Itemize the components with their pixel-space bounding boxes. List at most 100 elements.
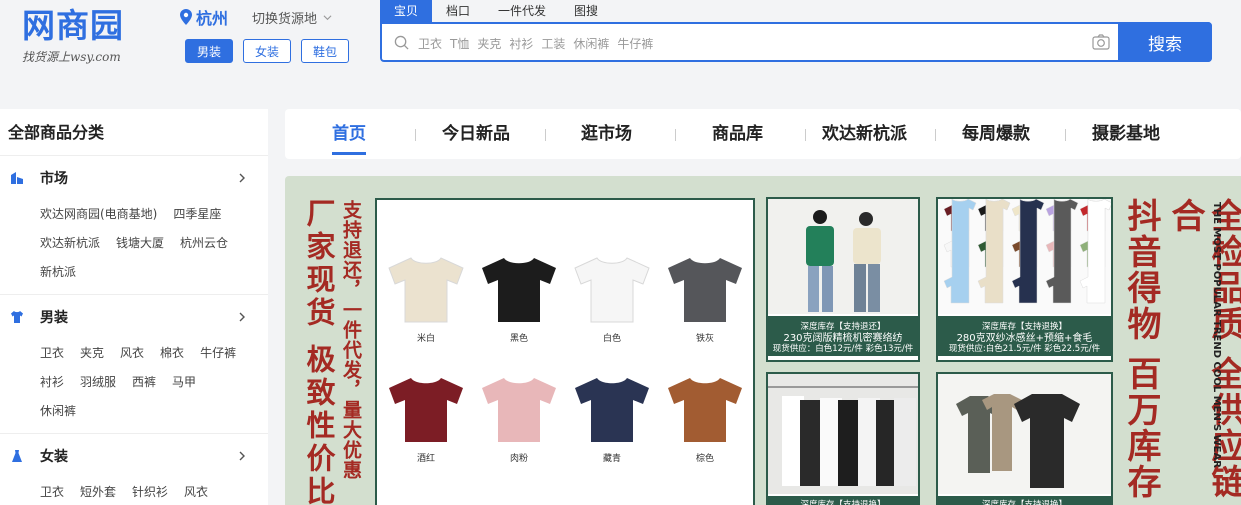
search-hint[interactable]: 工装 <box>541 35 565 52</box>
location-pin-icon <box>180 9 192 25</box>
search-tab-stalls[interactable]: 档口 <box>432 0 484 22</box>
product-card-1[interactable]: 深度库存【支持退还】 230克阔版精梳机密赛络纺 现货供应：白色12元/件 彩色… <box>766 197 920 362</box>
nav-new-today[interactable]: 今日新品 <box>442 109 510 159</box>
tshirt-icon <box>389 378 463 442</box>
sidebar-link[interactable]: 风衣 <box>120 339 144 368</box>
nav-divider <box>805 129 806 141</box>
tshirt-color-label: 藏青 <box>602 454 621 464</box>
tshirt-swatch: 米白 <box>383 254 469 344</box>
sidebar-link[interactable]: 羽绒服 <box>80 368 116 397</box>
sidebar-link[interactable]: 棉衣 <box>160 339 184 368</box>
nav-huanda-xinhangpai[interactable]: 欢达新杭派 <box>822 109 907 159</box>
camera-icon[interactable] <box>1092 34 1110 50</box>
product-card-1-caption: 深度库存【支持退还】 230克阔版精梳机密赛络纺 现货供应：白色12元/件 彩色… <box>768 316 918 356</box>
product-card-3[interactable]: 深度库存【支持退换】 <box>766 372 920 505</box>
city-selector[interactable]: 杭州 <box>180 5 228 29</box>
caption-line: 深度库存【支持退换】 <box>981 322 1067 332</box>
sidebar-link[interactable]: 四季星座 <box>173 200 221 229</box>
sidebar-item-men[interactable]: 男装 <box>10 295 246 339</box>
sidebar-links-women: 卫衣 短外套 针织衫 风衣 <box>10 478 246 505</box>
sidebar-item-label: 市场 <box>40 171 68 187</box>
tshirt-color-label: 棕色 <box>695 454 714 464</box>
sidebar-title: 全部商品分类 <box>0 109 268 156</box>
nav-weekly-hits[interactable]: 每周爆款 <box>962 109 1030 159</box>
sidebar-item-label: 女装 <box>40 449 68 465</box>
sidebar-link[interactable]: 休闲裤 <box>40 397 76 426</box>
tshirt-swatch: 白色 <box>569 254 655 344</box>
sidebar-link[interactable]: 风衣 <box>184 478 208 505</box>
product-card-4[interactable]: 深度库存【支持退换】 <box>936 372 1113 505</box>
search-hint[interactable]: 衬衫 <box>509 35 533 52</box>
tshirt-icon <box>388 257 464 323</box>
sidebar-link[interactable]: 短外套 <box>80 478 116 505</box>
search-hint[interactable]: 卫衣 <box>418 35 442 52</box>
site-logo[interactable]: 网商园 找货源上wsy.com <box>22 8 142 68</box>
sidebar-item-women[interactable]: 女装 <box>10 434 246 478</box>
tshirt-color-label: 酒红 <box>416 454 435 464</box>
nav-divider <box>545 129 546 141</box>
banner-subline: 支持退还，一件代发，量大优惠 <box>340 200 362 480</box>
nav-product-library[interactable]: 商品库 <box>712 109 763 159</box>
sidebar-link[interactable]: 夹克 <box>80 339 104 368</box>
sidebar-link[interactable]: 钱塘大厦 <box>116 229 164 258</box>
nav-browse-market[interactable]: 逛市场 <box>581 109 632 159</box>
product-image-tee-grid <box>938 199 1111 314</box>
tshirt-color-label: 黑色 <box>509 334 528 344</box>
tshirt-swatch: 藏青 <box>569 374 655 464</box>
sidebar-section-market: 市场 欢达网商园(电商基地) 四季星座 欢达新杭派 钱塘大厦 杭州云仓 新杭派 <box>0 156 268 295</box>
sidebar-link[interactable]: 西裤 <box>132 368 156 397</box>
banner-right-col-2: 全检品质 全供应链合 <box>1165 198 1241 500</box>
sidebar-link[interactable]: 欢达网商园(电商基地) <box>40 200 157 229</box>
nav-active-indicator <box>332 152 366 155</box>
search-tab-image[interactable]: 图搜 <box>560 0 612 22</box>
search-tab-dropship[interactable]: 一件代发 <box>484 0 560 22</box>
sidebar-item-market[interactable]: 市场 <box>10 156 246 200</box>
sidebar-link[interactable]: 马甲 <box>172 368 196 397</box>
product-image-couple <box>768 199 918 314</box>
search-tab-items[interactable]: 宝贝 <box>380 0 433 22</box>
tshirt-icon <box>668 258 742 322</box>
tshirt-swatch: 棕色 <box>662 374 748 464</box>
category-sidebar: 全部商品分类 市场 欢达网商园(电商基地) 四季星座 欢达新杭派 钱塘大厦 杭州… <box>0 109 268 505</box>
sidebar-link[interactable]: 牛仔裤 <box>200 339 236 368</box>
banner-right-col-1: 抖音得物 百万库存 <box>1121 198 1161 500</box>
tshirt-color-label: 白色 <box>602 334 621 344</box>
tshirt-color-panel: 米白 黑色 白色 铁灰酒红 肉粉 藏青 棕色 <box>375 198 755 505</box>
tshirt-color-label: 肉粉 <box>509 454 528 464</box>
dress-icon <box>12 450 22 462</box>
sidebar-link[interactable]: 新杭派 <box>40 258 76 287</box>
search-tabs: 宝贝 档口 一件代发 图搜 <box>380 0 612 22</box>
search-hint[interactable]: 休闲裤 <box>573 35 609 52</box>
search-hint[interactable]: 夹克 <box>477 35 501 52</box>
tshirt-swatch: 酒红 <box>383 374 469 464</box>
promo-banner[interactable]: 厂家现货 极致性价比 支持退还，一件代发，量大优惠 米白 黑色 白色 铁灰 酒红 肉粉 藏青… <box>285 176 1241 505</box>
search-hint[interactable]: T恤 <box>450 35 469 52</box>
chevron-down-icon <box>323 15 332 21</box>
nav-divider <box>415 129 416 141</box>
sidebar-link[interactable]: 衬衫 <box>40 368 64 397</box>
tshirt-swatch: 肉粉 <box>476 374 562 464</box>
category-button-men[interactable]: 男装 <box>185 39 233 63</box>
nav-divider <box>1065 129 1066 141</box>
sidebar-link[interactable]: 杭州云仓 <box>180 229 228 258</box>
switch-source-dropdown[interactable]: 切换货源地 <box>252 8 332 27</box>
search-hint[interactable]: 牛仔裤 <box>617 35 653 52</box>
sidebar-link[interactable]: 卫衣 <box>40 478 64 505</box>
nav-photo-base[interactable]: 摄影基地 <box>1092 109 1160 159</box>
tshirt-swatch: 铁灰 <box>662 254 748 344</box>
search-button[interactable]: 搜索 <box>1118 22 1212 62</box>
sidebar-link[interactable]: 欢达新杭派 <box>40 229 100 258</box>
sidebar-link[interactable]: 卫衣 <box>40 339 64 368</box>
site-header: 网商园 找货源上wsy.com 杭州 切换货源地 男装 女装 鞋包 宝贝 档口 … <box>0 0 1241 93</box>
nav-divider <box>935 129 936 141</box>
search-input[interactable]: 卫衣 T恤 夹克 衬衫 工装 休闲裤 牛仔裤 搜索 <box>380 22 1212 62</box>
product-card-2[interactable]: 深度库存【支持退换】 280克双纱冰感丝+预缩+食毛 现货供应:白色21.5元/… <box>936 197 1113 362</box>
category-button-women[interactable]: 女装 <box>243 39 291 63</box>
chevron-right-icon <box>239 173 245 183</box>
banner-english-tagline: THE MOST POPULAR TREND COOL MEN'S WEAR <box>1211 202 1222 468</box>
sidebar-link[interactable]: 针织衫 <box>132 478 168 505</box>
category-button-shoes-bags[interactable]: 鞋包 <box>301 39 349 63</box>
sidebar-links-men: 卫衣 夹克 风衣 棉衣 牛仔裤 衬衫 羽绒服 西裤 马甲 休闲裤 <box>10 339 246 426</box>
building-icon <box>11 172 23 184</box>
caption-line: 280克双纱冰感丝+预缩+食毛 <box>956 333 1093 344</box>
